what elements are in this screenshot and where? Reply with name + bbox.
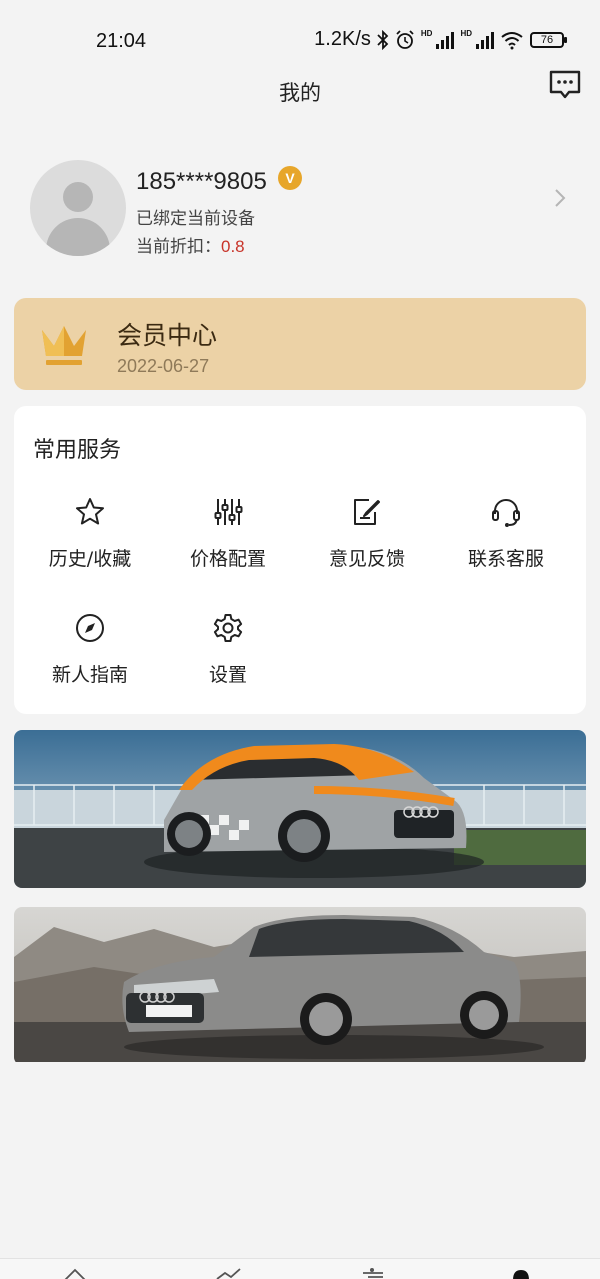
status-time: 21:04 [96, 30, 147, 52]
message-icon [549, 70, 581, 99]
profile-card[interactable]: 185****9805 V 已绑定当前设备 当前折扣：0.8 [30, 160, 590, 260]
message-button[interactable] [548, 68, 582, 102]
service-settings[interactable]: 设置 [158, 612, 298, 712]
member-center-card[interactable]: 会员中心 2022-06-27 [14, 298, 586, 390]
service-label: 联系客服 [467, 548, 544, 570]
chevron-right-icon[interactable] [550, 186, 570, 210]
car-image [14, 730, 586, 888]
common-services-panel: 常用服务 历史/收藏 价格配置 意见反馈 联系客服 新人指南 设置 [14, 406, 586, 714]
list-icon[interactable] [358, 1265, 388, 1279]
service-label: 价格配置 [189, 548, 266, 570]
promo-banner-1[interactable] [14, 730, 586, 888]
service-label: 意见反馈 [328, 548, 405, 570]
service-beginner-guide[interactable]: 新人指南 [20, 612, 160, 712]
sliders-icon [214, 499, 243, 525]
service-feedback[interactable]: 意见反馈 [297, 496, 437, 596]
service-label: 设置 [208, 664, 247, 686]
headset-icon [492, 499, 520, 527]
compass-icon [76, 614, 104, 642]
discount-value: 0.8 [221, 237, 245, 256]
car-image [14, 907, 586, 1062]
user-phone: 185****9805 [136, 168, 267, 195]
page-title: 我的 [279, 81, 321, 105]
alarm-icon [396, 29, 414, 49]
avatar[interactable] [30, 160, 126, 256]
gear-icon [213, 614, 243, 642]
service-label: 新人指南 [51, 664, 128, 686]
bluetooth-icon [377, 29, 389, 50]
hd-label: HD [460, 29, 472, 38]
service-label: 历史/收藏 [48, 548, 132, 570]
trend-icon[interactable] [213, 1265, 243, 1279]
crown-icon [42, 326, 86, 365]
home-icon[interactable] [60, 1265, 90, 1279]
promo-banner-2[interactable] [14, 907, 586, 1065]
discount-info: 当前折扣：0.8 [136, 232, 245, 257]
profile-tab-icon[interactable] [505, 1265, 535, 1279]
star-icon [76, 498, 104, 525]
services-title: 常用服务 [33, 438, 122, 463]
status-bar: 21:04 1.2K/s HD HD 76 [0, 0, 600, 80]
signal-icon [436, 31, 455, 49]
device-bound-status: 已绑定当前设备 [136, 209, 255, 229]
status-icons: 1.2K/s HD HD 76 [314, 28, 567, 51]
discount-label: 当前折扣： [136, 237, 221, 257]
verified-badge-icon: V [278, 166, 302, 190]
service-price-config[interactable]: 价格配置 [158, 496, 298, 596]
hd-label: HD [420, 29, 433, 38]
bottom-nav [0, 1258, 600, 1279]
service-history-favorites[interactable]: 历史/收藏 [20, 496, 160, 596]
member-center-title: 会员中心 [117, 321, 218, 350]
member-expiry-date: 2022-06-27 [117, 356, 210, 376]
edit-icon [354, 499, 380, 525]
network-speed: 1.2K/s [314, 28, 371, 50]
battery-icon: 76 [530, 31, 567, 48]
service-contact-support[interactable]: 联系客服 [436, 496, 576, 596]
wifi-icon [501, 31, 523, 49]
signal-icon [476, 31, 494, 49]
